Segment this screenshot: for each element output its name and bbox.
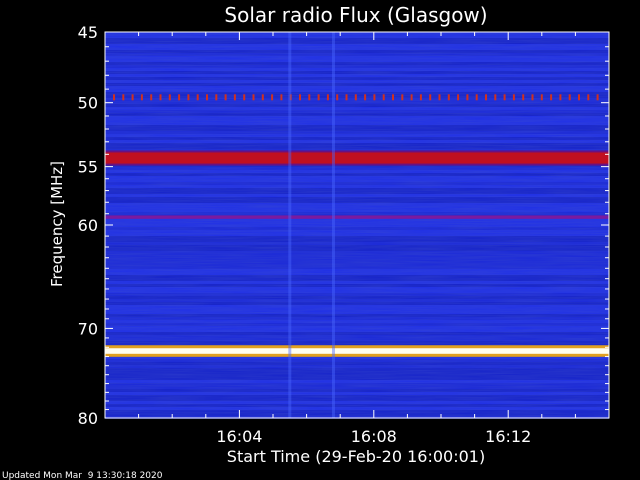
pulse-mark	[503, 94, 506, 101]
pulse-mark	[354, 94, 357, 101]
pulse-mark	[252, 94, 255, 101]
pulse-mark	[336, 94, 339, 101]
spectrogram-noise	[105, 32, 609, 418]
pulse-mark	[466, 94, 469, 101]
updated-timestamp: Updated Mon Mar 9 13:30:18 2020	[2, 471, 163, 480]
pulse-mark	[419, 94, 422, 101]
pulse-mark	[326, 94, 329, 101]
pulse-mark	[540, 94, 543, 101]
pulse-mark	[457, 94, 460, 101]
pulse-mark	[159, 94, 162, 101]
pulse-mark	[308, 94, 311, 101]
y-tick-label: 70	[78, 319, 98, 338]
pulse-mark	[373, 94, 376, 101]
pulse-mark	[168, 94, 171, 101]
vertical-streak	[331, 32, 335, 418]
pulse-mark	[150, 94, 153, 101]
x-tick-label: 16:04	[216, 427, 262, 446]
pulse-mark	[131, 94, 134, 101]
pulse-mark	[224, 94, 227, 101]
vertical-streak	[288, 32, 292, 418]
x-tick-label: 16:12	[485, 427, 531, 446]
pulse-mark	[243, 94, 246, 101]
y-tick-label: 55	[78, 158, 98, 177]
pulse-mark	[485, 94, 487, 101]
pulse-mark	[596, 94, 599, 101]
pulse-mark	[196, 94, 199, 101]
pulse-mark	[140, 94, 143, 101]
pulse-mark	[215, 94, 218, 101]
x-tick-label: 16:08	[351, 427, 397, 446]
band-red	[105, 152, 609, 164]
pulse-mark	[475, 94, 478, 101]
pulse-mark	[559, 94, 562, 101]
pulse-mark	[568, 94, 571, 101]
pulse-mark	[122, 94, 125, 101]
y-tick-label: 50	[78, 94, 98, 113]
pulse-mark	[447, 94, 450, 101]
pulse-mark	[550, 94, 553, 101]
pulse-mark	[271, 94, 274, 101]
pulse-mark	[392, 94, 394, 101]
pulse-mark	[531, 94, 534, 101]
x-axis-label: Start Time (29-Feb-20 16:00:01)	[227, 447, 485, 466]
pulse-mark	[429, 94, 432, 101]
spectrogram-chart: Solar radio Flux (Glasgow) 455055607080 …	[0, 0, 640, 480]
pulse-mark	[438, 94, 441, 101]
pulse-mark	[317, 94, 320, 101]
pulse-mark	[345, 94, 348, 101]
pulse-mark	[494, 94, 497, 101]
pulse-mark	[206, 94, 208, 101]
band-purple	[105, 215, 609, 219]
pulse-mark	[410, 94, 413, 101]
pulse-mark	[512, 94, 515, 101]
pulse-mark	[233, 94, 236, 101]
pulse-mark	[364, 94, 367, 101]
pulse-mark	[587, 94, 590, 101]
y-axis-label: Frequency [MHz]	[48, 161, 66, 287]
plot-area	[105, 32, 609, 419]
pulse-mark	[382, 94, 385, 101]
pulse-mark	[522, 94, 525, 101]
pulse-mark	[178, 94, 181, 101]
band-white	[105, 348, 609, 354]
y-tick-label: 60	[78, 216, 98, 235]
y-tick-label: 45	[78, 23, 98, 42]
pulse-mark	[578, 94, 580, 101]
pulse-mark	[113, 94, 115, 101]
pulse-mark	[280, 94, 283, 101]
pulse-mark	[401, 94, 404, 101]
pulse-mark	[187, 94, 190, 101]
pulse-mark	[299, 94, 301, 101]
pulse-mark	[261, 94, 264, 101]
chart-title: Solar radio Flux (Glasgow)	[224, 3, 487, 27]
y-tick-label: 80	[78, 409, 98, 428]
